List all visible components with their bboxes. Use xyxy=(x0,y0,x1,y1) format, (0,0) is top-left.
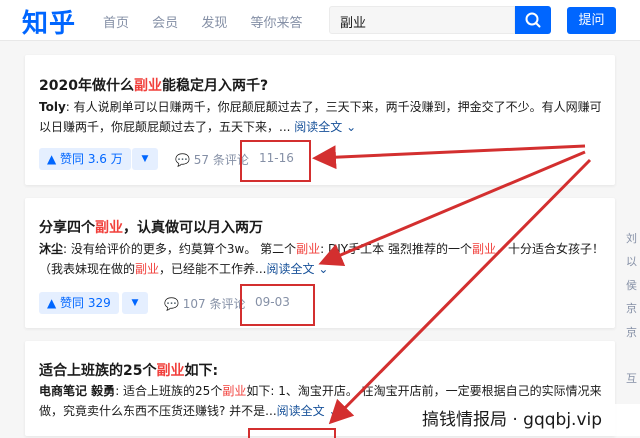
watermark-text: 搞钱情报局 · gqqbj.vip xyxy=(384,404,640,436)
arrow xyxy=(312,144,586,170)
arrow xyxy=(328,158,592,425)
annotation-arrows xyxy=(312,144,592,425)
arrow xyxy=(318,150,586,267)
